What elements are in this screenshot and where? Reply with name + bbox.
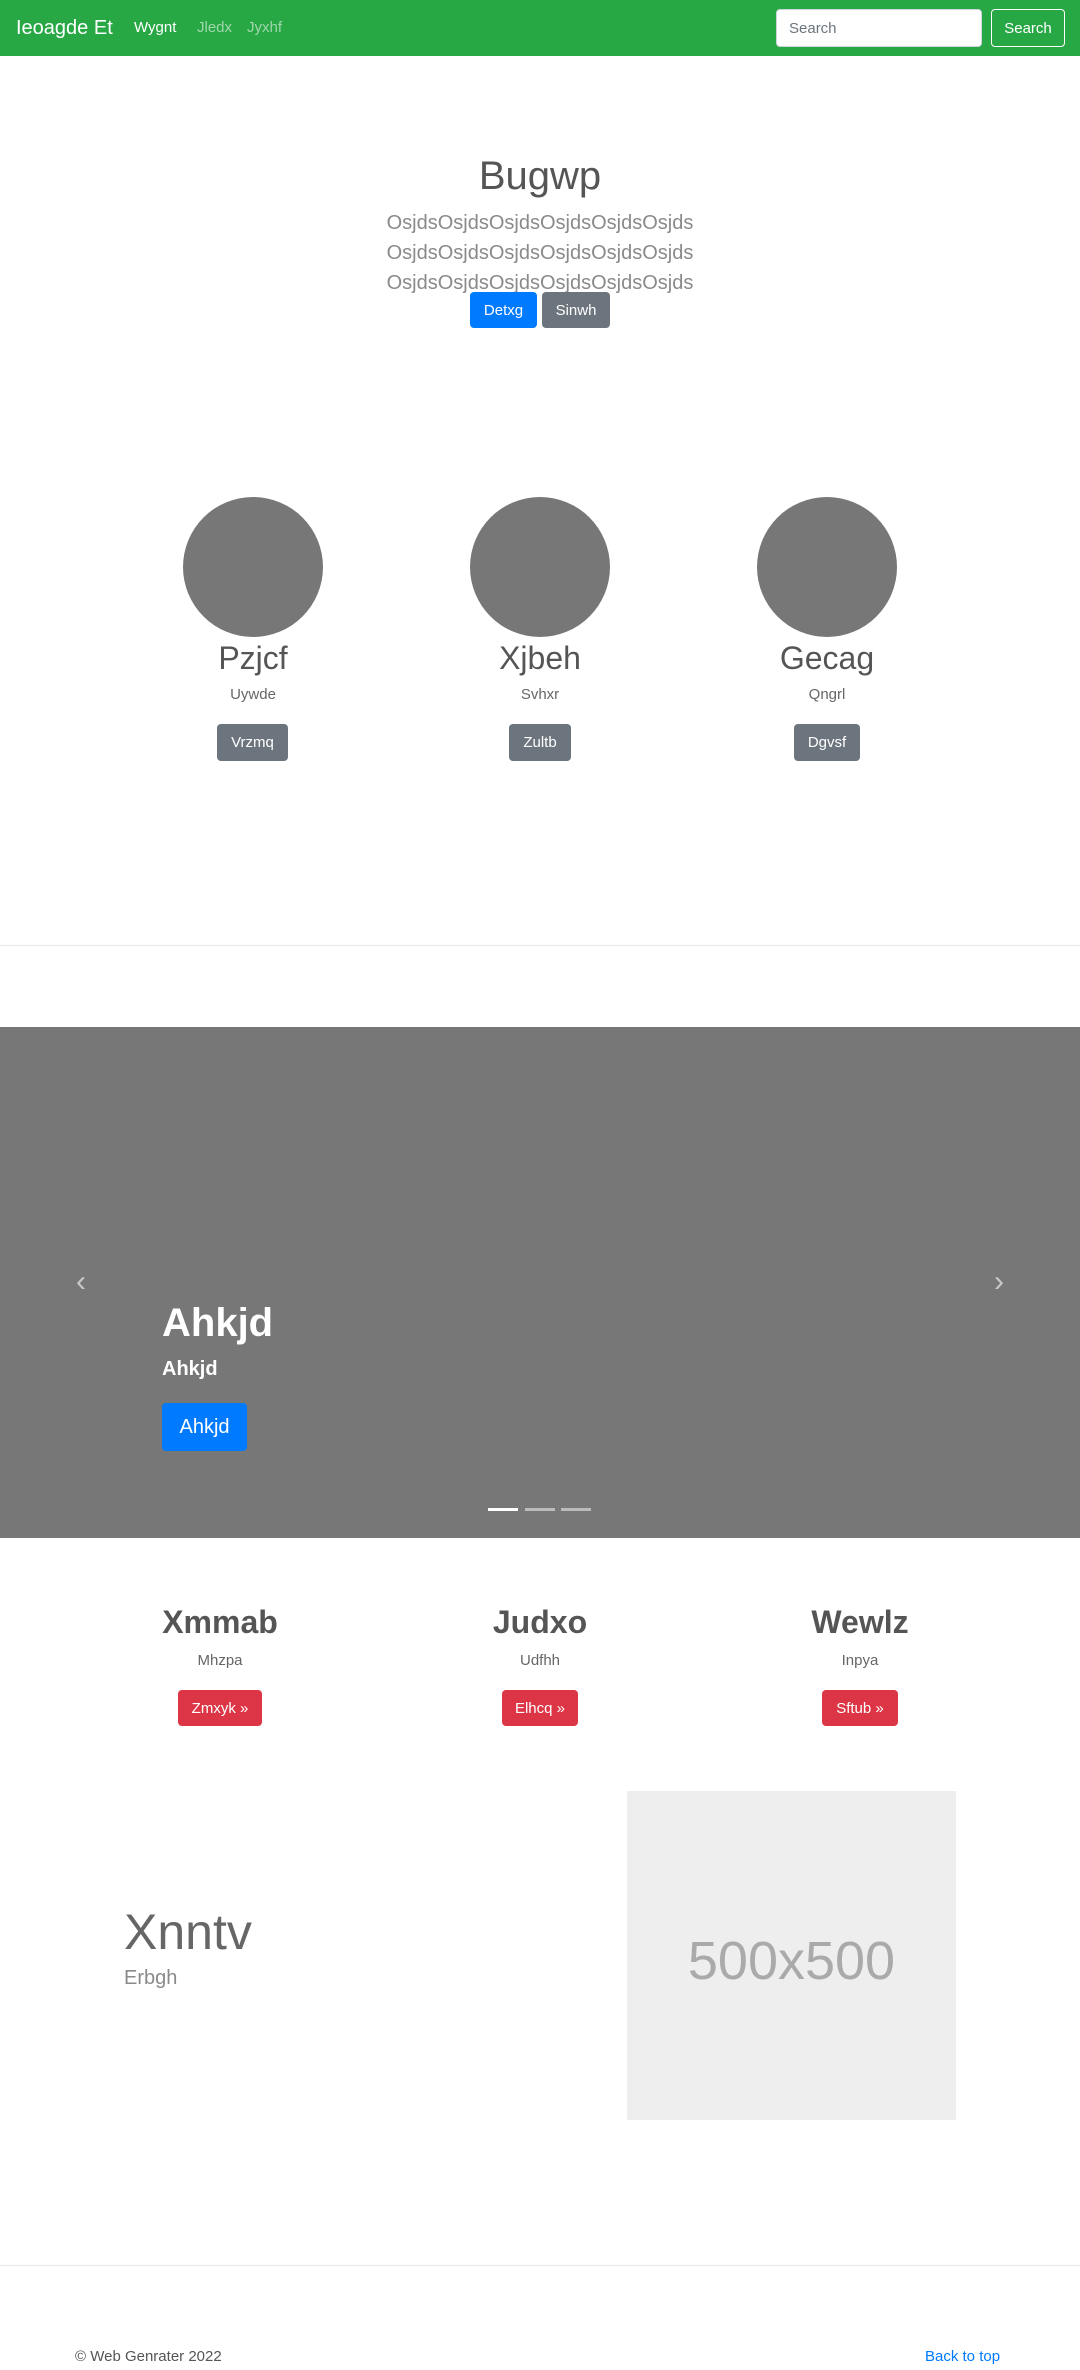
feature-button-elhcq[interactable]: Elhcq »	[502, 1690, 578, 1726]
circle-button-vrzmq[interactable]: Vrzmq	[217, 724, 288, 761]
carousel-subtitle: Ahkjd	[162, 1358, 218, 1380]
search-button[interactable]: Search	[991, 9, 1065, 47]
hero-primary-button[interactable]: Detxg	[470, 292, 537, 328]
featurette-title: Xnntv	[124, 1904, 252, 1960]
circle-title: Pzjcf	[218, 640, 288, 676]
feature-subtitle: Inpya	[841, 1652, 879, 1669]
circle-subtitle: Uywde	[230, 686, 276, 703]
hero-secondary-button[interactable]: Sinwh	[542, 292, 610, 328]
carousel-title: Ahkjd	[162, 1301, 274, 1345]
feature-title: Judxo	[492, 1604, 588, 1640]
back-to-top-link[interactable]: Back to top	[925, 2348, 1000, 2366]
circle-title: Gecag	[779, 640, 875, 676]
avatar-circle	[183, 497, 323, 637]
nav-link-wygnt[interactable]: Wygnt	[134, 19, 176, 37]
feature-subtitle: Udfhh	[519, 1652, 561, 1669]
feature-title: Xmmab	[162, 1604, 278, 1640]
feature-subtitle: Mhzpa	[197, 1652, 243, 1669]
carousel-button[interactable]: Ahkjd	[162, 1403, 247, 1451]
carousel: ‹ › Ahkjd Ahkjd Ahkjd	[0, 1027, 1080, 1538]
hero-lead: OsjdsOsjdsOsjdsOsjdsOsjdsOsjds OsjdsOsjd…	[386, 212, 694, 294]
feature-button-sftub[interactable]: Sftub »	[822, 1690, 898, 1726]
carousel-next-icon[interactable]: ›	[984, 1267, 1014, 1297]
placeholder-image: 500x500	[627, 1791, 956, 2120]
carousel-indicator-3[interactable]	[561, 1508, 591, 1511]
feature-button-zmxyk[interactable]: Zmxyk »	[178, 1690, 262, 1726]
circle-button-zultb[interactable]: Zultb	[509, 724, 571, 761]
featurette-subtitle: Erbgh	[124, 1967, 178, 1989]
hero-title: Bugwp	[478, 154, 602, 198]
circle-subtitle: Svhxr	[520, 686, 560, 703]
section-divider	[0, 945, 1080, 946]
search-input[interactable]	[776, 9, 982, 47]
circle-title: Xjbeh	[499, 640, 581, 676]
nav-link-jledx[interactable]: Jledx	[197, 19, 232, 37]
circle-subtitle: Qngrl	[808, 686, 846, 703]
carousel-prev-icon[interactable]: ‹	[66, 1267, 96, 1297]
avatar-circle	[757, 497, 897, 637]
carousel-indicator-2[interactable]	[525, 1508, 555, 1511]
carousel-indicator-1[interactable]	[488, 1508, 518, 1511]
navbar: Ieoagde Et Wygnt Jledx Jyxhf Search	[0, 0, 1080, 56]
nav-link-jyxhf[interactable]: Jyxhf	[247, 19, 282, 37]
avatar-circle	[470, 497, 610, 637]
circle-button-dgvsf[interactable]: Dgvsf	[794, 724, 860, 761]
footer-copyright: © Web Genrater 2022	[75, 2348, 222, 2365]
feature-title: Wewlz	[811, 1604, 909, 1640]
navbar-brand[interactable]: Ieoagde Et	[16, 16, 113, 40]
footer-divider	[0, 2265, 1080, 2266]
placeholder-image-label: 500x500	[687, 1931, 896, 1991]
